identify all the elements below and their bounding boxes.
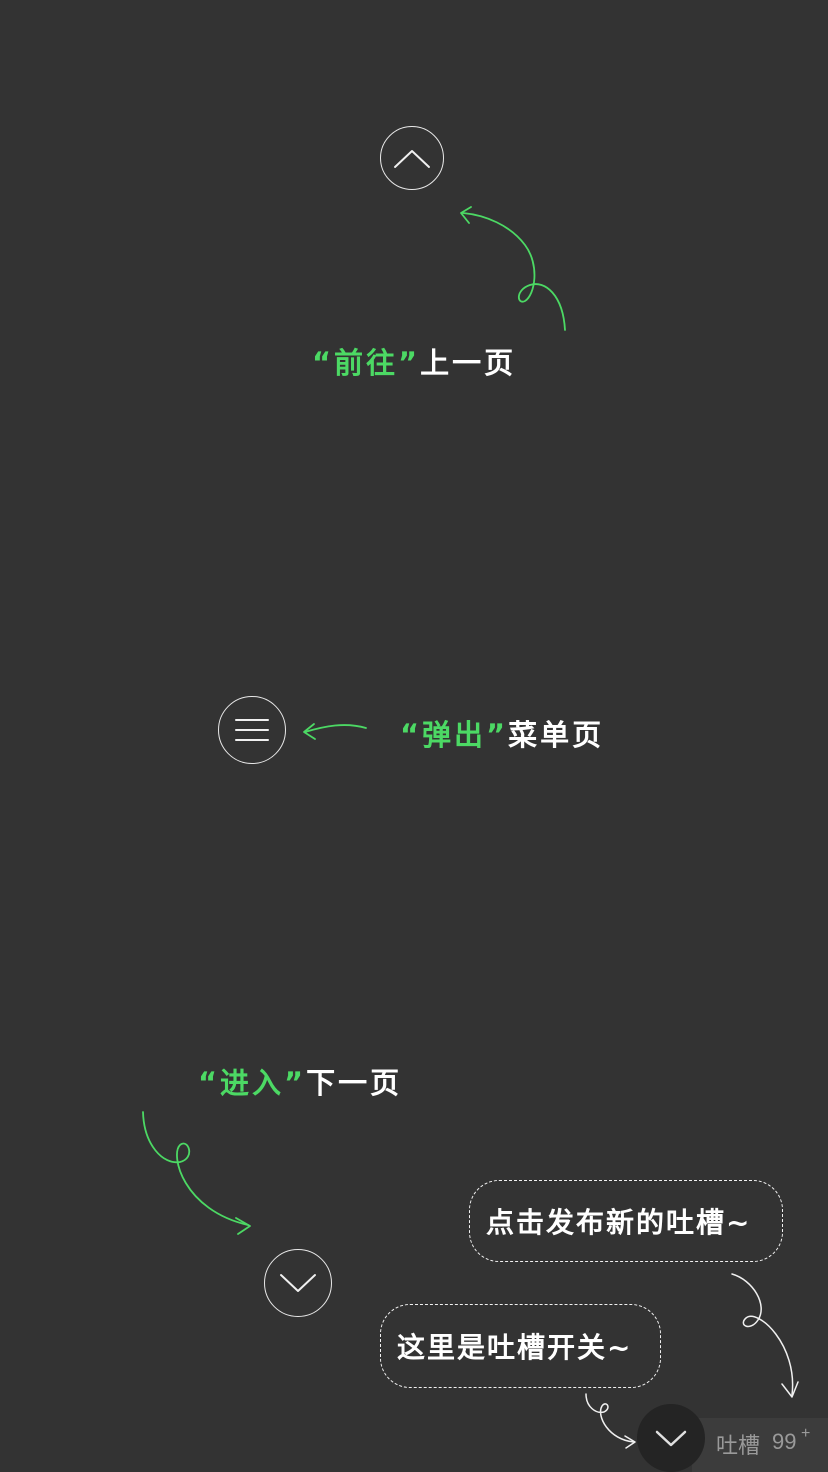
hint-arrow-publish	[731, 1273, 799, 1398]
next-page-button[interactable]	[264, 1249, 332, 1317]
hint-arrow-menu	[303, 723, 367, 740]
publish-hint-bubble: 点击发布新的吐槽~	[469, 1180, 783, 1262]
publish-hint-text: 点击发布新的吐槽~	[486, 1206, 752, 1239]
guide-overlay: “前往”上一页 “弹出”菜单页 “进入”下一页 点击发布新的吐槽~ 这里是吐槽开…	[0, 0, 828, 1472]
hint-arrow-next	[142, 1111, 251, 1235]
prev-caption-accent: “前往”	[312, 346, 421, 380]
menu-page-caption: “弹出”菜单页	[400, 712, 604, 754]
next-page-caption: “进入”下一页	[198, 1060, 402, 1102]
prev-caption-rest: 上一页	[420, 346, 517, 380]
comment-plus: +	[801, 1425, 811, 1442]
next-caption-accent: “进入”	[198, 1066, 307, 1100]
prev-page-caption: “前往”上一页	[312, 340, 516, 382]
menu-caption-rest: 菜单页	[508, 718, 605, 752]
menu-caption-accent: “弹出”	[400, 718, 509, 752]
comment-count: 99	[772, 1429, 797, 1454]
chevron-up-icon	[394, 150, 430, 168]
chevron-down-icon	[655, 1430, 687, 1447]
comment-label: 吐槽	[716, 1434, 761, 1459]
prev-page-button[interactable]	[380, 126, 444, 190]
hint-arrow-toggle	[585, 1393, 636, 1449]
chevron-down-icon	[280, 1274, 316, 1292]
menu-button[interactable]	[218, 696, 286, 764]
next-caption-rest: 下一页	[306, 1066, 403, 1100]
hint-arrow-prev	[460, 206, 566, 331]
comment-toggle-button[interactable]	[637, 1404, 705, 1472]
toggle-hint-text: 这里是吐槽开关~	[397, 1331, 633, 1364]
hamburger-menu-icon	[235, 719, 269, 741]
toggle-hint-bubble: 这里是吐槽开关~	[380, 1304, 661, 1388]
